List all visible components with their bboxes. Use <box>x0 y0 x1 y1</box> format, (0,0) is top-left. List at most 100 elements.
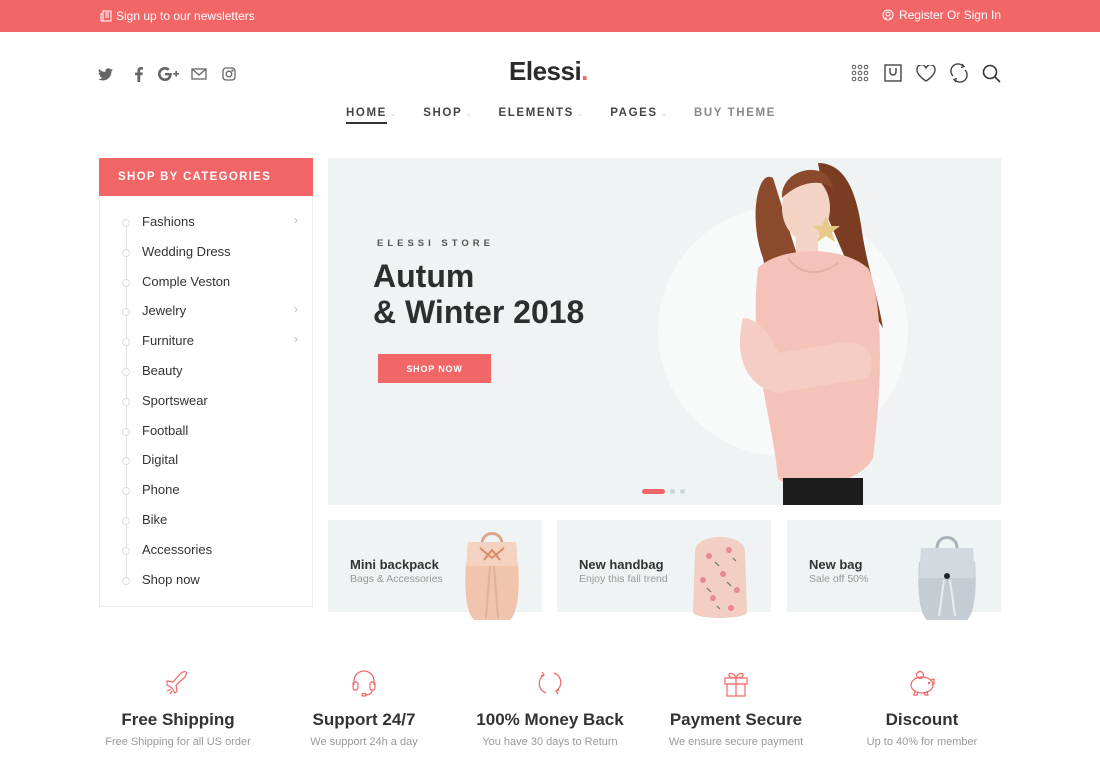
facebook-icon[interactable] <box>124 64 154 84</box>
bullet-icon <box>122 546 130 555</box>
promo-banner-new-handbag[interactable]: New handbag Enjoy this fall trend <box>557 520 771 618</box>
banner-title: Mini backpack <box>350 557 439 572</box>
shopping-bag-icon[interactable] <box>881 62 904 84</box>
category-item[interactable]: Beauty <box>100 360 312 390</box>
newsletter-link[interactable]: Sign up to our newsletters <box>100 9 255 23</box>
nav-pages-label: PAGES <box>610 107 658 119</box>
social-links <box>98 64 244 84</box>
category-label: Bike <box>142 511 168 527</box>
categories-panel: Fashions › Wedding Dress Comple Veston Jewel… <box>99 196 313 607</box>
bullet-icon <box>122 516 130 525</box>
category-label: Shop now <box>142 571 200 587</box>
banner-title: New handbag <box>579 557 664 572</box>
category-label: Football <box>142 422 189 438</box>
category-item[interactable]: Accessories <box>100 539 312 569</box>
compare-icon[interactable] <box>947 62 970 84</box>
nav-buy-theme[interactable]: BUY THEME <box>694 107 776 124</box>
feature-title: Payment Secure <box>669 710 803 729</box>
bullet-icon <box>122 397 130 406</box>
chevron-right-icon[interactable]: › <box>294 302 298 316</box>
nav-buy-theme-label: BUY THEME <box>694 107 776 119</box>
category-item[interactable]: Football <box>100 420 312 450</box>
account-link[interactable]: Register Or Sign In <box>882 8 1001 22</box>
bullet-icon <box>122 248 130 257</box>
refresh-icon <box>457 666 643 700</box>
category-label: Comple Veston <box>142 273 231 289</box>
category-label: Accessories <box>142 541 213 557</box>
category-item[interactable]: Bike <box>100 509 312 539</box>
bullet-icon <box>122 487 130 496</box>
chevron-down-icon: ⌄ <box>465 109 474 118</box>
feature-title: Support 24/7 <box>312 710 416 729</box>
backpack-image <box>465 532 519 620</box>
categories-list: Fashions › Wedding Dress Comple Veston Jewel… <box>100 211 312 598</box>
category-label: Jewelry <box>142 303 187 319</box>
feature-title: Discount <box>885 710 959 729</box>
categories-heading: SHOP BY CATEGORIES <box>99 158 313 196</box>
top-bar: Sign up to our newsletters Register Or S… <box>0 0 1100 32</box>
newsletter-label: Sign up to our newsletters <box>116 9 255 23</box>
twitter-icon[interactable] <box>98 64 116 84</box>
category-label: Digital <box>142 452 179 468</box>
feature-money-back: 100% Money Back You have 30 days to Retu… <box>457 666 643 748</box>
piggy-bank-icon <box>829 666 1015 700</box>
hero-slider[interactable]: ELESSI STORE Autum & Winter 2018 SHOP NOW <box>328 158 1001 505</box>
category-item[interactable]: Furniture › <box>100 330 312 360</box>
category-item[interactable]: Sportswear <box>100 390 312 420</box>
category-item[interactable]: Phone <box>100 479 312 509</box>
nav-home[interactable]: HOME ⌄ <box>346 107 398 124</box>
airplane-icon <box>85 666 271 700</box>
grid-menu-icon[interactable] <box>848 62 871 84</box>
google-plus-icon[interactable] <box>154 64 184 84</box>
bullet-icon <box>122 427 130 436</box>
shop-now-button[interactable]: SHOP NOW <box>378 354 491 383</box>
promo-banner-mini-backpack[interactable]: Mini backpack Bags & Accessories <box>328 520 542 620</box>
slider-dot-1[interactable] <box>642 489 665 494</box>
site-logo[interactable]: Elessi. <box>509 56 588 87</box>
feature-title: Free Shipping <box>121 710 235 729</box>
banner-desc: Bags & Accessories <box>350 573 443 585</box>
category-item[interactable]: Digital <box>100 449 312 479</box>
slider-dot-3[interactable] <box>680 489 685 494</box>
category-item[interactable]: Fashions › <box>100 211 312 241</box>
chevron-right-icon[interactable]: › <box>294 332 298 346</box>
bullet-icon <box>122 219 130 227</box>
feature-desc: Up to 40% for member <box>866 736 978 748</box>
category-item[interactable]: Shop now <box>100 569 312 599</box>
bullet-icon <box>122 278 130 287</box>
handbag-image <box>693 537 747 618</box>
bullet-icon <box>122 457 130 466</box>
promo-banner-new-bag[interactable]: New bag Sale off 50% <box>787 520 1001 620</box>
feature-free-shipping: Free Shipping Free Shipping for all US o… <box>85 666 271 748</box>
nav-elements[interactable]: ELEMENTS ⌄ <box>499 107 586 124</box>
category-item[interactable]: Comple Veston <box>100 271 312 301</box>
gift-icon <box>643 666 829 700</box>
bullet-icon <box>122 308 130 317</box>
logo-dot: . <box>581 56 588 86</box>
nav-home-label: HOME <box>346 107 387 124</box>
chevron-down-icon: ⌄ <box>389 109 399 118</box>
category-label: Furniture <box>142 333 195 349</box>
mail-icon[interactable] <box>184 64 214 84</box>
features-row: Free Shipping Free Shipping for all US o… <box>85 666 1015 748</box>
nav-pages[interactable]: PAGES ⌄ <box>610 107 669 124</box>
nav-shop[interactable]: SHOP ⌄ <box>423 107 473 124</box>
feature-desc: We support 24h a day <box>310 736 418 748</box>
search-icon[interactable] <box>980 62 1003 84</box>
headset-icon <box>271 666 457 700</box>
category-item[interactable]: Wedding Dress <box>100 241 312 271</box>
heart-icon[interactable] <box>914 62 937 84</box>
hero-title-line2: & Winter 2018 <box>373 294 585 330</box>
instagram-icon[interactable] <box>214 64 244 84</box>
newspaper-icon <box>100 10 112 22</box>
slider-pagination <box>642 489 685 494</box>
slider-dot-2[interactable] <box>670 489 675 494</box>
header-tools <box>848 62 1003 84</box>
category-label: Phone <box>142 482 180 498</box>
chevron-right-icon[interactable]: › <box>294 213 298 227</box>
category-item[interactable]: Jewelry › <box>100 300 312 330</box>
category-label: Wedding Dress <box>142 243 231 259</box>
feature-discount: Discount Up to 40% for member <box>829 666 1015 748</box>
banner-title: New bag <box>809 557 863 572</box>
bullet-icon <box>122 367 130 376</box>
